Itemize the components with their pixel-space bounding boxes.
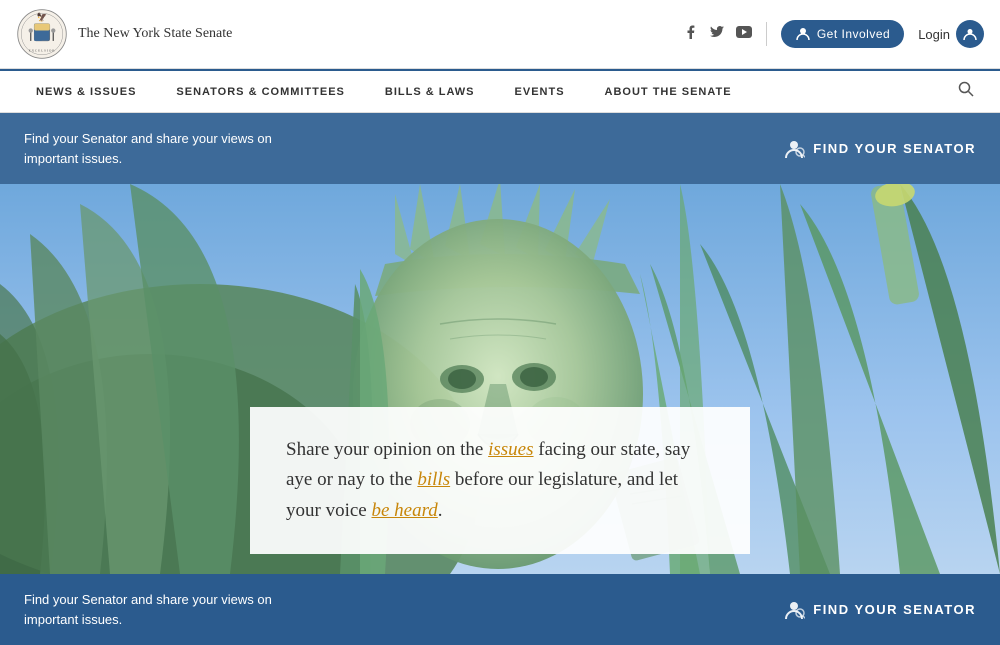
twitter-link[interactable]	[710, 26, 724, 43]
find-senator-bottom-button[interactable]: FIND YOUR SENATOR	[783, 599, 976, 621]
be-heard-link[interactable]: be heard	[371, 500, 437, 521]
facebook-link[interactable]	[684, 25, 698, 44]
site-header: 🦅 EXCELSIOR The New York State Senate	[0, 0, 1000, 69]
svg-text:EXCELSIOR: EXCELSIOR	[29, 48, 56, 52]
search-button[interactable]	[948, 71, 984, 112]
get-involved-button[interactable]: Get Involved	[781, 20, 904, 48]
find-senator-bottom-icon	[783, 599, 805, 621]
logo-area: 🦅 EXCELSIOR The New York State Senate	[16, 8, 232, 60]
get-involved-icon	[795, 26, 811, 42]
find-senator-icon	[783, 138, 805, 160]
bills-link[interactable]: bills	[417, 469, 450, 490]
find-senator-top-button[interactable]: FIND YOUR SENATOR	[783, 138, 976, 160]
bottom-banner-text: Find your Senator and share your views o…	[24, 590, 272, 629]
header-divider	[766, 22, 767, 46]
nav-bills-laws[interactable]: BILLS & LAWS	[365, 72, 495, 112]
social-icons	[684, 25, 752, 44]
issues-link[interactable]: issues	[488, 439, 533, 460]
nav-about-senate[interactable]: ABOUT THE SENATE	[585, 72, 752, 112]
login-button[interactable]: Login	[918, 20, 984, 48]
ny-seal-logo: 🦅 EXCELSIOR	[16, 8, 68, 60]
find-senator-banner-text: Find your Senator and share your views o…	[24, 129, 272, 168]
nav-news-issues[interactable]: NEWS & ISSUES	[16, 72, 156, 112]
nav-senators-committees[interactable]: SENATORS & COMMITTEES	[156, 72, 365, 112]
youtube-link[interactable]	[736, 26, 752, 43]
main-navigation: NEWS & ISSUES SENATORS & COMMITTEES BILL…	[0, 69, 1000, 113]
svg-text:🦅: 🦅	[37, 11, 48, 22]
hero-section: Share your opinion on the issues facing …	[0, 184, 1000, 574]
find-senator-top-banner: Find your Senator and share your views o…	[0, 113, 1000, 184]
site-title: The New York State Senate	[78, 25, 232, 43]
hero-text-box: Share your opinion on the issues facing …	[250, 407, 750, 554]
nav-events[interactable]: EVENTS	[495, 72, 585, 112]
find-senator-bottom-banner: Find your Senator and share your views o…	[0, 574, 1000, 645]
top-right-actions: Get Involved Login	[684, 20, 984, 48]
login-icon	[956, 20, 984, 48]
